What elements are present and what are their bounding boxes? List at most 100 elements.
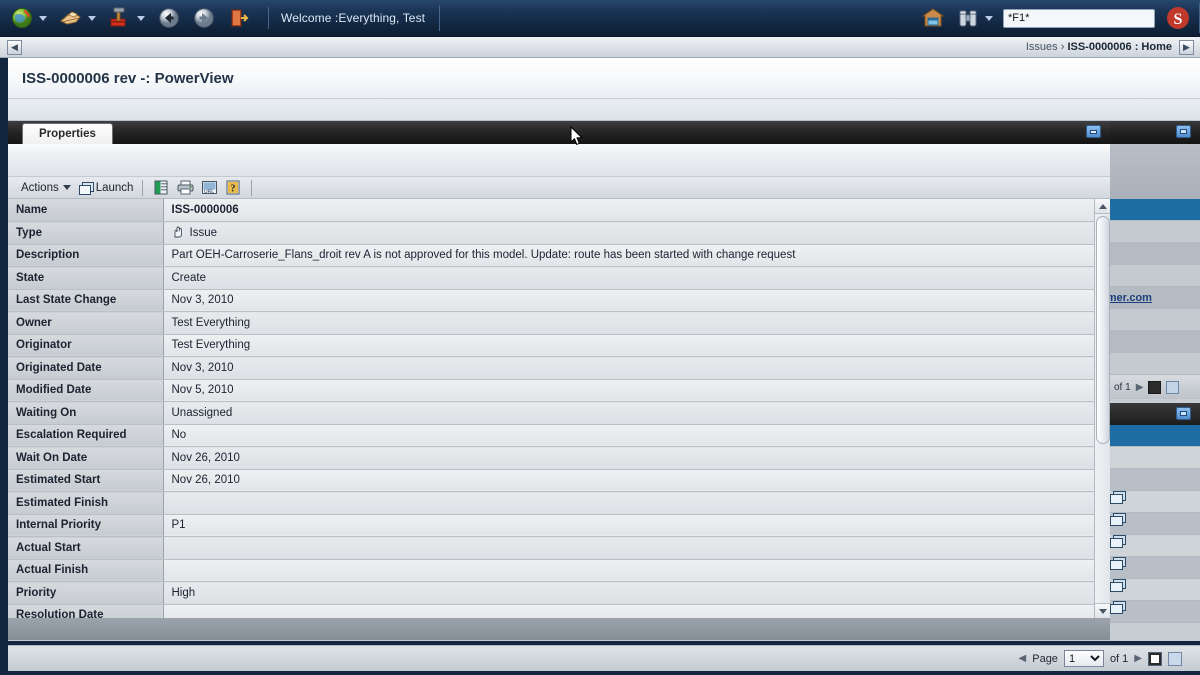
background-split-view-icon[interactable]: [1166, 380, 1180, 394]
table-row: Waiting On Unassigned: [8, 401, 1098, 425]
background-restore-window-icon-2[interactable]: [1176, 407, 1191, 420]
property-value-text: Issue: [189, 227, 218, 240]
tools-dropdown-caret[interactable]: [137, 15, 145, 21]
split-view-icon[interactable]: [1168, 651, 1182, 666]
list-item[interactable]: [1110, 309, 1200, 331]
property-label: Internal Priority: [8, 514, 164, 537]
url-link-icon[interactable]: URL: [201, 180, 218, 195]
table-row: Internal Priority P1: [8, 514, 1098, 537]
property-value: Create: [163, 266, 1098, 290]
issue-type-icon: [172, 226, 185, 239]
scroll-thumb[interactable]: [1096, 216, 1110, 444]
collaboration-dropdown-caret[interactable]: [88, 15, 96, 21]
list-item[interactable]: [1110, 199, 1200, 221]
property-value: ISS-0000006: [163, 199, 1098, 222]
left-frame-edge: [0, 58, 8, 675]
breadcrumb-prefix[interactable]: Issues ›: [1026, 41, 1068, 53]
customer-email-link[interactable]: omer.com: [1110, 287, 1200, 309]
home-house-icon[interactable]: [920, 5, 946, 31]
toolbar-divider-2: [439, 5, 441, 31]
list-item[interactable]: [1110, 221, 1200, 243]
property-label: Estimated Finish: [8, 491, 164, 515]
property-value: Unassigned: [163, 401, 1098, 425]
svg-text:S: S: [1174, 11, 1183, 28]
table-row: Priority High: [8, 581, 1098, 605]
print-icon[interactable]: [177, 180, 194, 195]
actions-menu-button[interactable]: Actions: [18, 178, 76, 198]
pager-prev-button[interactable]: ◀: [1019, 653, 1027, 664]
scroll-down-button[interactable]: [1095, 603, 1110, 618]
table-row[interactable]: [1110, 447, 1200, 469]
table-row[interactable]: [1110, 469, 1200, 491]
breadcrumb-back-button[interactable]: ◀: [7, 39, 22, 55]
property-value: [163, 604, 1098, 618]
table-row: Estimated Start Nov 26, 2010: [8, 469, 1098, 492]
search-dropdown-caret[interactable]: [985, 15, 993, 21]
property-value: Nov 3, 2010: [163, 289, 1098, 312]
property-value: Nov 3, 2010: [163, 356, 1098, 380]
table-row[interactable]: [1110, 491, 1200, 513]
list-item[interactable]: [1110, 353, 1200, 375]
actions-label: Actions: [21, 181, 59, 194]
properties-table-wrapper: Name ISS-0000006 Type Issue Description Part …: [8, 199, 1110, 618]
background-list: omer.com: [1110, 199, 1200, 375]
table-row: Type Issue: [8, 221, 1098, 245]
launch-button[interactable]: Launch: [76, 178, 137, 198]
actions-caret-icon: [62, 185, 71, 190]
page-title: ISS-0000006 rev -: PowerView: [22, 69, 234, 87]
title-sub-strip: [8, 99, 1200, 121]
background-restore-window-icon[interactable]: [1176, 125, 1191, 138]
table-row[interactable]: [1110, 579, 1200, 601]
export-excel-icon[interactable]: [153, 180, 169, 195]
table-row[interactable]: [1110, 513, 1200, 535]
collaboration-icon[interactable]: [58, 5, 84, 31]
breadcrumb-forward-button[interactable]: ▶: [1179, 39, 1194, 55]
back-arrow-icon[interactable]: [156, 5, 182, 31]
forward-arrow-icon[interactable]: [191, 5, 217, 31]
background-single-view-icon[interactable]: [1148, 380, 1162, 394]
tools-hammer-icon[interactable]: [107, 5, 133, 31]
table-row: Modified Date Nov 5, 2010: [8, 379, 1098, 402]
home-globe-icon[interactable]: [9, 5, 35, 31]
pager-next-button[interactable]: ▶: [1134, 653, 1142, 664]
list-item[interactable]: [1110, 331, 1200, 353]
properties-table-body: Name ISS-0000006 Type Issue Description Part …: [8, 199, 1098, 618]
list-item[interactable]: [1110, 265, 1200, 287]
table-row: Originated Date Nov 3, 2010: [8, 356, 1098, 380]
property-label: Description: [8, 244, 164, 267]
properties-table: Name ISS-0000006 Type Issue Description Part …: [8, 199, 1098, 618]
table-vertical-scrollbar[interactable]: [1094, 199, 1110, 618]
panel-blank-strip: [8, 144, 1110, 177]
property-value: Test Everything: [163, 311, 1098, 335]
list-item[interactable]: [1110, 243, 1200, 265]
svg-text:?: ?: [231, 184, 236, 195]
restore-window-icon[interactable]: [1086, 125, 1101, 138]
breadcrumb-current: ISS-0000006 : Home: [1067, 41, 1172, 53]
single-view-icon[interactable]: [1148, 651, 1162, 666]
table-row: Owner Test Everything: [8, 311, 1098, 335]
table-row[interactable]: [1110, 601, 1200, 623]
background-pager-next[interactable]: ▶: [1136, 382, 1144, 393]
background-pager-of: of 1: [1114, 381, 1131, 393]
binoculars-search-icon[interactable]: [955, 5, 981, 31]
table-row: Actual Finish: [8, 559, 1098, 582]
scroll-up-button[interactable]: [1095, 199, 1110, 214]
list-item[interactable]: omer.com: [1110, 287, 1200, 309]
breadcrumb: Issues › ISS-0000006 : Home: [1026, 41, 1172, 53]
exit-door-icon[interactable]: [226, 5, 252, 31]
pager-page-select[interactable]: 1: [1063, 650, 1104, 667]
search-input[interactable]: [1003, 8, 1155, 28]
table-row[interactable]: [1110, 557, 1200, 579]
tab-properties[interactable]: Properties: [22, 123, 113, 144]
panel-action-toolbar: Actions Launch URL ?: [8, 177, 1110, 199]
help-question-icon[interactable]: ?: [225, 180, 241, 195]
home-dropdown-caret[interactable]: [39, 15, 47, 21]
property-label: Actual Start: [8, 536, 164, 560]
table-row[interactable]: [1110, 535, 1200, 557]
property-value: Nov 5, 2010: [163, 379, 1098, 402]
table-row: Actual Start: [8, 536, 1098, 560]
property-value: [163, 559, 1098, 582]
table-row: Description Part OEH-Carroserie_Flans_dro…: [8, 244, 1098, 267]
table-row[interactable]: [1110, 425, 1200, 447]
table-row: Escalation Required No: [8, 424, 1098, 447]
